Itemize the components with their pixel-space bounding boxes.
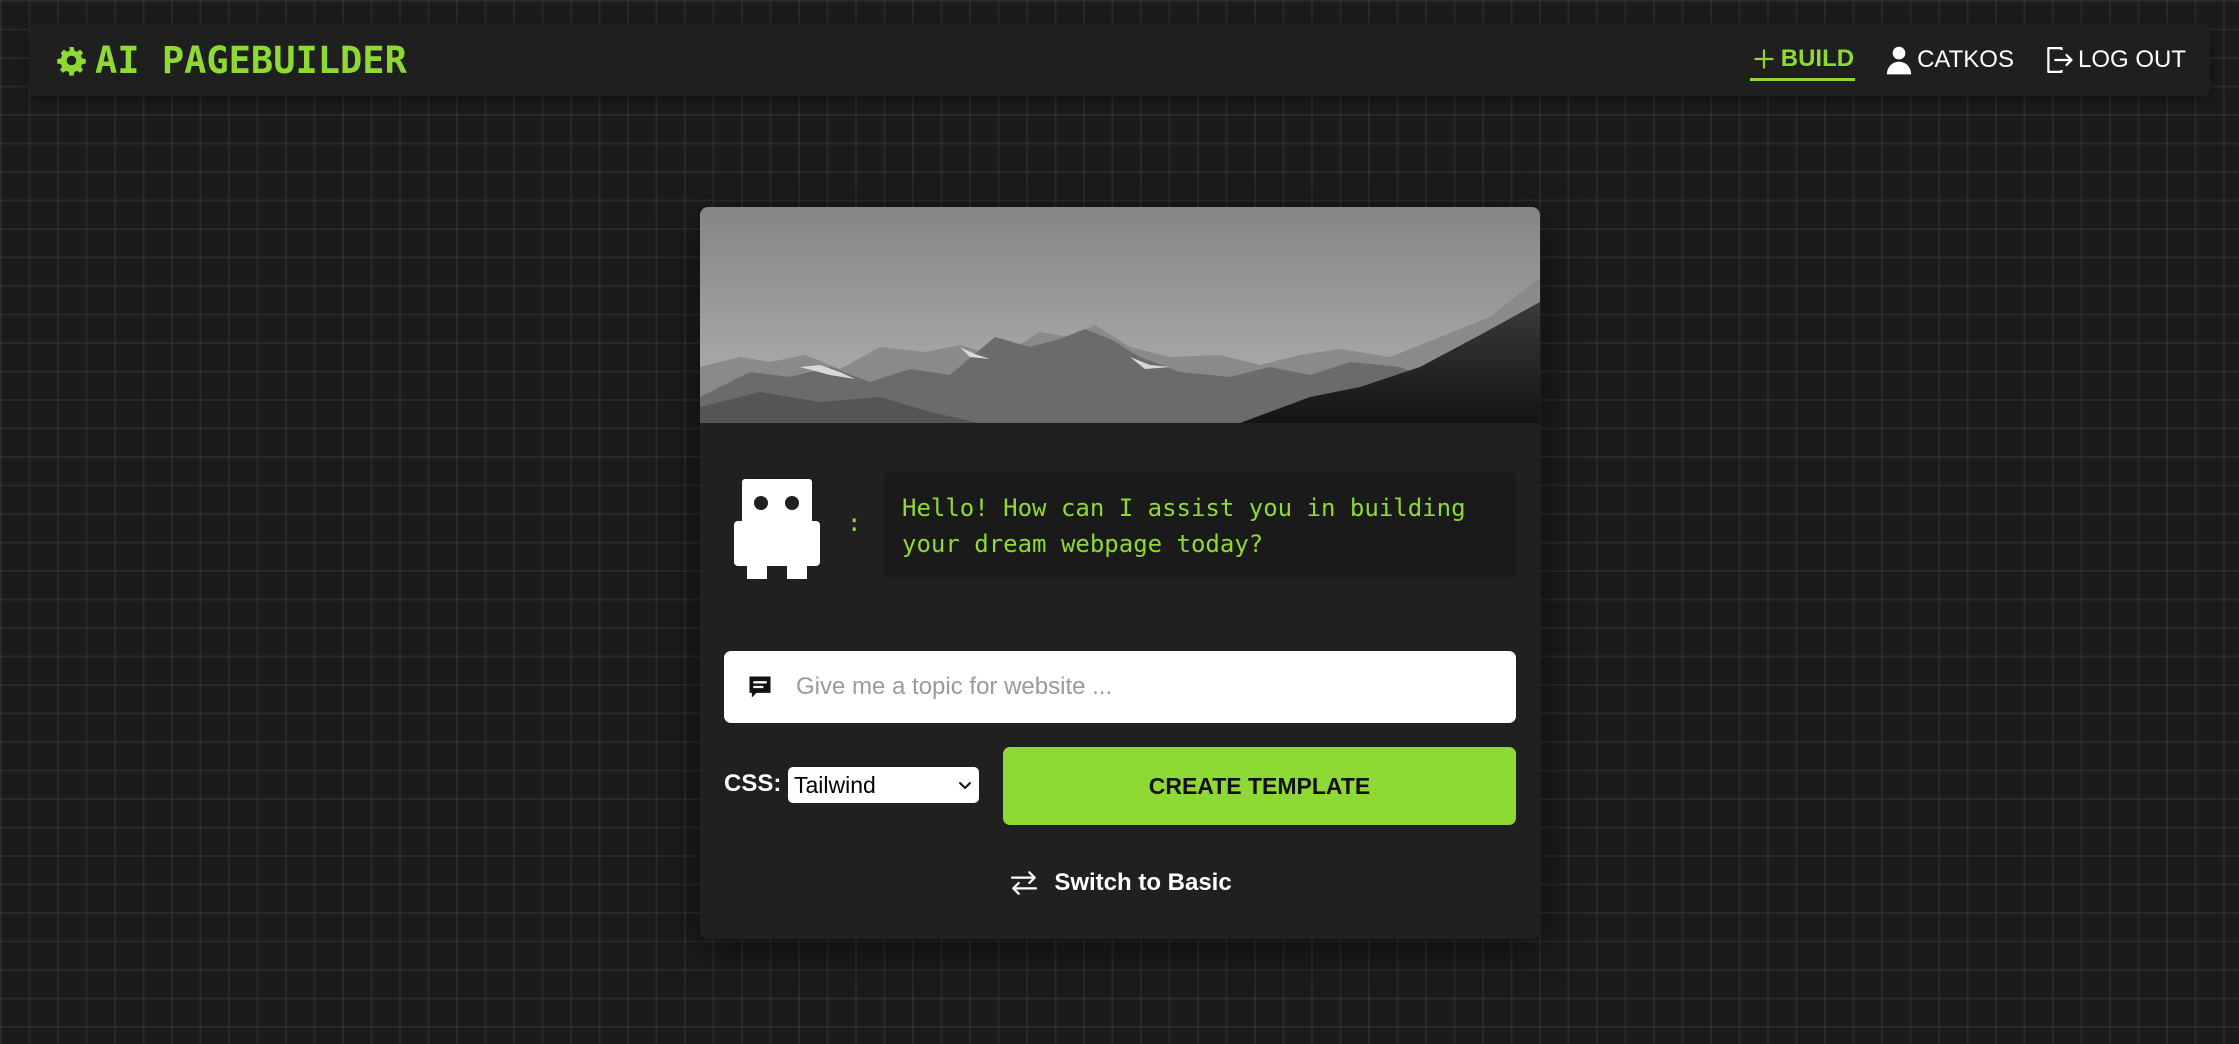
logout-icon [2047,47,2073,73]
nav-logout-label: LOG OUT [2077,46,2186,73]
switch-to-basic-link[interactable]: Switch to Basic [700,867,1540,899]
message-separator: : [847,509,862,537]
mountain-hero-image [700,207,1540,423]
builder-card: : Hello! How can I assist you in buildin… [700,207,1540,939]
css-framework-selected: Tailwind [794,771,876,798]
robot-icon [734,479,820,579]
nav-logout[interactable]: LOG OUT [2044,39,2186,81]
plus-icon [1754,48,1774,69]
app-title: AI PAGEBUILDER [95,38,407,82]
nav-user-label: CATKOS [1917,46,2014,73]
switch-to-basic-label: Switch to Basic [1054,869,1232,896]
nav-build[interactable]: BUILD [1749,39,1856,81]
chat-bubble-icon [749,676,771,698]
topic-input-container [724,651,1516,723]
top-navbar: AI PAGEBUILDER BUILD CATKOS LOG OUT [29,24,2210,96]
brand-logo[interactable]: AI PAGEBUILDER [56,24,407,96]
topic-input[interactable] [794,672,1498,702]
nav-build-label: BUILD [1780,44,1855,72]
user-icon [1886,46,1912,75]
gear-icon [57,46,86,76]
swap-arrows-icon [1011,871,1038,895]
nav-menu: BUILD CATKOS LOG OUT [1749,24,2186,96]
css-framework-select[interactable]: Tailwind [788,767,979,803]
nav-user[interactable]: CATKOS [1885,39,2014,81]
bot-message-row: : Hello! How can I assist you in buildin… [700,472,1540,582]
chevron-down-icon [959,782,971,789]
bot-message-bubble: Hello! How can I assist you in building … [884,472,1516,579]
create-template-button[interactable]: CREATE TEMPLATE [1003,747,1516,825]
css-label: CSS: [724,770,782,797]
